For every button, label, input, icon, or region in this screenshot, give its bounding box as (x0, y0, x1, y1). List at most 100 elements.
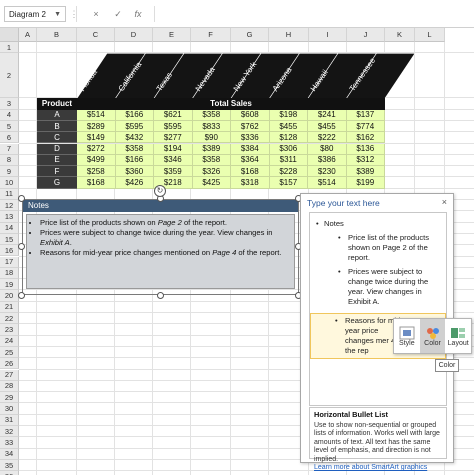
sales-value-cell[interactable]: $359 (154, 166, 193, 178)
product-cell[interactable]: B (37, 120, 77, 133)
sales-value-cell[interactable]: $762 (231, 120, 270, 133)
resize-handle-bl[interactable] (18, 292, 25, 299)
learn-more-link[interactable]: Learn more about SmartArt graphics (314, 464, 442, 473)
row-header-16[interactable]: 16 (0, 245, 19, 257)
row-header-24[interactable]: 24 (0, 335, 19, 347)
sales-value-cell[interactable]: $168 (231, 166, 270, 178)
sales-value-cell[interactable]: $426 (115, 177, 154, 189)
notes-bullet-1[interactable]: Price list of the products shown on Page… (40, 218, 289, 228)
color-button[interactable]: Color (419, 319, 446, 353)
sales-value-cell[interactable]: $384 (231, 143, 270, 155)
row-header-31[interactable]: 31 (0, 414, 19, 426)
sales-value-cell[interactable]: $230 (308, 166, 347, 178)
sales-value-cell[interactable]: $595 (154, 120, 193, 133)
row-header-32[interactable]: 32 (0, 426, 19, 438)
sales-value-cell[interactable]: $358 (115, 143, 154, 155)
row-header-13[interactable]: 13 (0, 211, 19, 223)
sales-value-cell[interactable]: $199 (346, 177, 385, 189)
sales-value-cell[interactable]: $336 (231, 132, 270, 144)
notes-bullet-list[interactable]: Price list of the products shown on Page… (26, 214, 295, 289)
resize-handle-ml[interactable] (18, 243, 25, 250)
product-cell[interactable]: D (37, 143, 77, 155)
sales-value-cell[interactable]: $166 (115, 109, 154, 121)
sales-value-cell[interactable]: $389 (192, 143, 231, 155)
row-header-30[interactable]: 30 (0, 403, 19, 415)
row-header-10[interactable]: 10 (0, 177, 19, 189)
sales-value-cell[interactable]: $318 (231, 177, 270, 189)
row-header-5[interactable]: 5 (0, 120, 19, 133)
close-icon[interactable]: × (442, 197, 447, 207)
sales-value-cell[interactable]: $774 (346, 120, 385, 133)
sales-value-cell[interactable]: $833 (192, 120, 231, 133)
resize-handle-bm[interactable] (157, 292, 164, 299)
row-header-29[interactable]: 29 (0, 392, 19, 404)
sales-value-cell[interactable]: $194 (154, 143, 193, 155)
row-header-27[interactable]: 27 (0, 369, 19, 381)
product-cell[interactable]: G (37, 177, 77, 189)
sales-value-cell[interactable]: $389 (346, 166, 385, 178)
product-header[interactable]: Product (37, 98, 77, 110)
sales-value-cell[interactable]: $621 (154, 109, 193, 121)
enter-icon[interactable]: ✓ (110, 6, 126, 22)
row-header-35[interactable]: 35 (0, 459, 19, 472)
row-header-17[interactable]: 17 (0, 256, 19, 268)
total-sales-header[interactable]: Total Sales (77, 98, 385, 110)
sales-value-cell[interactable]: $198 (269, 109, 308, 121)
sales-value-cell[interactable]: $136 (346, 143, 385, 155)
row-header-20[interactable]: 20 (0, 290, 19, 302)
row-header-8[interactable]: 8 (0, 154, 19, 167)
sales-value-cell[interactable]: $277 (154, 132, 193, 144)
sales-value-cell[interactable]: $149 (77, 132, 116, 144)
product-cell[interactable]: C (37, 132, 77, 144)
text-pane-editor[interactable]: Notes Price list of the products shown o… (309, 212, 447, 406)
row-header-15[interactable]: 15 (0, 233, 19, 246)
sales-value-cell[interactable]: $346 (154, 154, 193, 167)
product-cell[interactable]: E (37, 154, 77, 167)
sales-value-cell[interactable]: $228 (269, 166, 308, 178)
row-header-11[interactable]: 11 (0, 188, 19, 200)
row-header-6[interactable]: 6 (0, 132, 19, 144)
sales-value-cell[interactable]: $258 (77, 166, 116, 178)
sales-value-cell[interactable]: $222 (308, 132, 347, 144)
row-header-22[interactable]: 22 (0, 313, 19, 325)
sales-value-cell[interactable]: $306 (269, 143, 308, 155)
sales-value-cell[interactable]: $608 (231, 109, 270, 121)
row-header-19[interactable]: 19 (0, 279, 19, 291)
sales-value-cell[interactable]: $157 (269, 177, 308, 189)
row-header-28[interactable]: 28 (0, 380, 19, 393)
rotate-handle-icon[interactable]: ↻ (154, 185, 166, 197)
sales-value-cell[interactable]: $272 (77, 143, 116, 155)
sales-value-cell[interactable]: $595 (115, 120, 154, 133)
product-cell[interactable]: A (37, 109, 77, 121)
sales-value-cell[interactable]: $90 (192, 132, 231, 144)
sales-value-cell[interactable]: $80 (308, 143, 347, 155)
row-header-18[interactable]: 18 (0, 267, 19, 280)
sales-value-cell[interactable]: $162 (346, 132, 385, 144)
sales-value-cell[interactable]: $166 (115, 154, 154, 167)
row-header-7[interactable]: 7 (0, 143, 19, 155)
sales-value-cell[interactable]: $360 (115, 166, 154, 178)
sales-value-cell[interactable]: $455 (269, 120, 308, 133)
sales-value-cell[interactable]: $137 (346, 109, 385, 121)
fx-icon[interactable]: fx (130, 6, 146, 22)
formula-input[interactable] (154, 6, 470, 22)
row-header-36[interactable]: 36 (0, 471, 19, 475)
row-header-12[interactable]: 12 (0, 200, 19, 212)
sales-value-cell[interactable]: $386 (308, 154, 347, 167)
layout-button[interactable]: Layout (445, 319, 471, 353)
resize-handle-tl[interactable] (18, 195, 25, 202)
style-button[interactable]: Style (394, 319, 420, 353)
sales-value-cell[interactable]: $514 (308, 177, 347, 189)
sales-value-cell[interactable]: $499 (77, 154, 116, 167)
row-header-34[interactable]: 34 (0, 448, 19, 460)
row-header-26[interactable]: 26 (0, 358, 19, 370)
row-header-4[interactable]: 4 (0, 109, 19, 121)
sales-value-cell[interactable]: $311 (269, 154, 308, 167)
cancel-icon[interactable]: × (88, 6, 104, 22)
more-icon[interactable]: ⋮ (66, 6, 82, 22)
sales-value-cell[interactable]: $358 (192, 109, 231, 121)
sales-value-cell[interactable]: $514 (77, 109, 116, 121)
sales-value-cell[interactable]: $128 (269, 132, 308, 144)
notes-bullet-3[interactable]: Reasons for mid-year price changes menti… (40, 248, 289, 258)
row-header-14[interactable]: 14 (0, 222, 19, 234)
